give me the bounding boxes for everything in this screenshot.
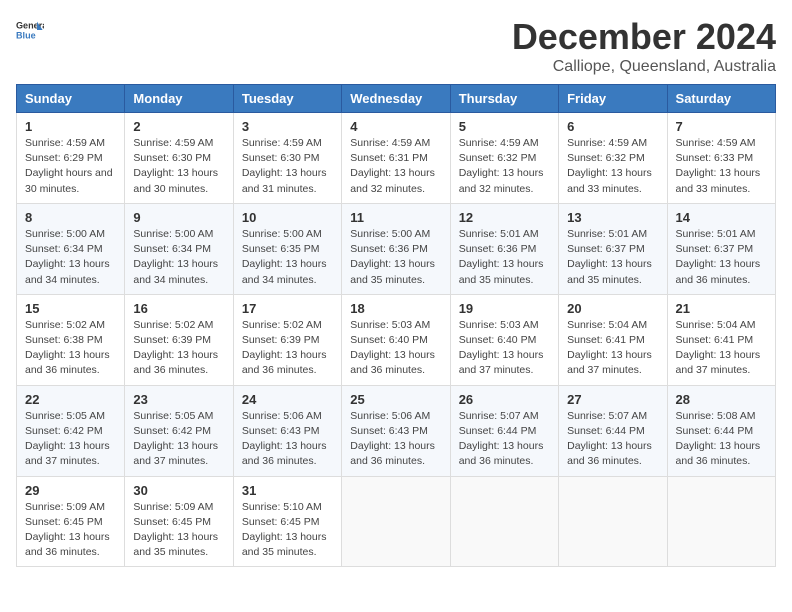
list-item: 2 Sunrise: 4:59 AMSunset: 6:30 PMDayligh… <box>125 113 233 204</box>
weekday-header-row: Sunday Monday Tuesday Wednesday Thursday… <box>17 85 776 113</box>
list-item: 6 Sunrise: 4:59 AMSunset: 6:32 PMDayligh… <box>559 113 667 204</box>
table-row: 15 Sunrise: 5:02 AMSunset: 6:38 PMDaylig… <box>17 294 776 385</box>
list-item: 16 Sunrise: 5:02 AMSunset: 6:39 PMDaylig… <box>125 294 233 385</box>
list-item: 12 Sunrise: 5:01 AMSunset: 6:36 PMDaylig… <box>450 203 558 294</box>
header-thursday: Thursday <box>450 85 558 113</box>
list-item: 4 Sunrise: 4:59 AMSunset: 6:31 PMDayligh… <box>342 113 450 204</box>
list-item: 26 Sunrise: 5:07 AMSunset: 6:44 PMDaylig… <box>450 385 558 476</box>
title-area: December 2024 Calliope, Queensland, Aust… <box>512 16 776 76</box>
list-item: 1 Sunrise: 4:59 AMSunset: 6:29 PMDayligh… <box>17 113 125 204</box>
list-item: 3 Sunrise: 4:59 AMSunset: 6:30 PMDayligh… <box>233 113 341 204</box>
table-row: 22 Sunrise: 5:05 AMSunset: 6:42 PMDaylig… <box>17 385 776 476</box>
table-row: 29 Sunrise: 5:09 AMSunset: 6:45 PMDaylig… <box>17 476 776 567</box>
list-item <box>559 476 667 567</box>
list-item: 11 Sunrise: 5:00 AMSunset: 6:36 PMDaylig… <box>342 203 450 294</box>
table-row: 1 Sunrise: 4:59 AMSunset: 6:29 PMDayligh… <box>17 113 776 204</box>
svg-text:Blue: Blue <box>16 30 36 40</box>
list-item: 17 Sunrise: 5:02 AMSunset: 6:39 PMDaylig… <box>233 294 341 385</box>
list-item <box>342 476 450 567</box>
logo-icon: General Blue <box>16 16 44 44</box>
list-item: 8 Sunrise: 5:00 AMSunset: 6:34 PMDayligh… <box>17 203 125 294</box>
list-item: 24 Sunrise: 5:06 AMSunset: 6:43 PMDaylig… <box>233 385 341 476</box>
page-header: General Blue December 2024 Calliope, Que… <box>16 16 776 76</box>
list-item: 10 Sunrise: 5:00 AMSunset: 6:35 PMDaylig… <box>233 203 341 294</box>
list-item: 28 Sunrise: 5:08 AMSunset: 6:44 PMDaylig… <box>667 385 775 476</box>
list-item: 30 Sunrise: 5:09 AMSunset: 6:45 PMDaylig… <box>125 476 233 567</box>
calendar-table: Sunday Monday Tuesday Wednesday Thursday… <box>16 84 776 567</box>
header-saturday: Saturday <box>667 85 775 113</box>
list-item: 15 Sunrise: 5:02 AMSunset: 6:38 PMDaylig… <box>17 294 125 385</box>
list-item: 18 Sunrise: 5:03 AMSunset: 6:40 PMDaylig… <box>342 294 450 385</box>
header-monday: Monday <box>125 85 233 113</box>
list-item: 29 Sunrise: 5:09 AMSunset: 6:45 PMDaylig… <box>17 476 125 567</box>
list-item: 23 Sunrise: 5:05 AMSunset: 6:42 PMDaylig… <box>125 385 233 476</box>
list-item: 22 Sunrise: 5:05 AMSunset: 6:42 PMDaylig… <box>17 385 125 476</box>
header-tuesday: Tuesday <box>233 85 341 113</box>
calendar-subtitle: Calliope, Queensland, Australia <box>512 58 776 76</box>
table-row: 8 Sunrise: 5:00 AMSunset: 6:34 PMDayligh… <box>17 203 776 294</box>
list-item: 25 Sunrise: 5:06 AMSunset: 6:43 PMDaylig… <box>342 385 450 476</box>
list-item: 20 Sunrise: 5:04 AMSunset: 6:41 PMDaylig… <box>559 294 667 385</box>
list-item: 9 Sunrise: 5:00 AMSunset: 6:34 PMDayligh… <box>125 203 233 294</box>
list-item: 14 Sunrise: 5:01 AMSunset: 6:37 PMDaylig… <box>667 203 775 294</box>
list-item: 27 Sunrise: 5:07 AMSunset: 6:44 PMDaylig… <box>559 385 667 476</box>
list-item: 5 Sunrise: 4:59 AMSunset: 6:32 PMDayligh… <box>450 113 558 204</box>
list-item: 31 Sunrise: 5:10 AMSunset: 6:45 PMDaylig… <box>233 476 341 567</box>
header-friday: Friday <box>559 85 667 113</box>
list-item <box>450 476 558 567</box>
list-item: 13 Sunrise: 5:01 AMSunset: 6:37 PMDaylig… <box>559 203 667 294</box>
list-item: 7 Sunrise: 4:59 AMSunset: 6:33 PMDayligh… <box>667 113 775 204</box>
list-item: 19 Sunrise: 5:03 AMSunset: 6:40 PMDaylig… <box>450 294 558 385</box>
header-wednesday: Wednesday <box>342 85 450 113</box>
header-sunday: Sunday <box>17 85 125 113</box>
calendar-title: December 2024 <box>512 16 776 58</box>
logo: General Blue <box>16 16 44 44</box>
list-item <box>667 476 775 567</box>
list-item: 21 Sunrise: 5:04 AMSunset: 6:41 PMDaylig… <box>667 294 775 385</box>
